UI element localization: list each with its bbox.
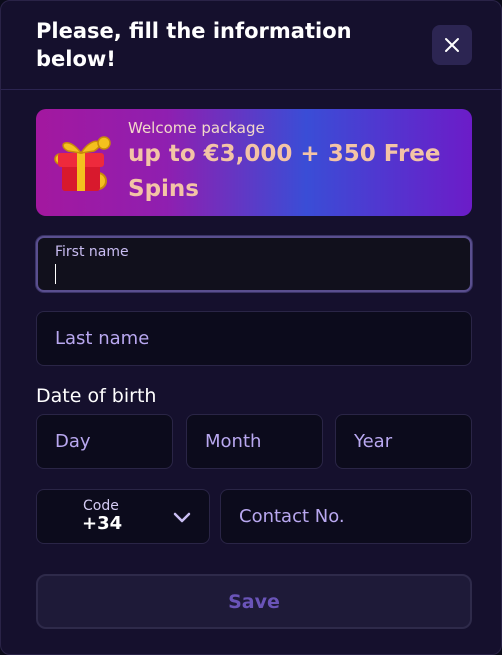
year-field[interactable]: Year <box>335 414 472 469</box>
banner-label: Welcome package <box>128 119 265 137</box>
year-placeholder: Year <box>354 431 393 452</box>
signup-modal: Please, fill the information below! Welc… <box>0 0 502 655</box>
modal-header: Please, fill the information below! <box>1 1 501 90</box>
close-icon <box>445 38 459 52</box>
modal-title: Please, fill the information below! <box>36 19 352 71</box>
text-caret <box>55 264 56 284</box>
day-field[interactable]: Day <box>36 414 173 469</box>
close-button[interactable] <box>432 25 472 65</box>
contact-number-field[interactable]: Contact No. <box>220 489 472 544</box>
gift-box-icon <box>54 136 111 191</box>
banner-offer: up to €3,000 + 350 Free Spins <box>128 141 441 202</box>
contact-number-placeholder: Contact No. <box>239 506 345 527</box>
first-name-label: First name <box>55 244 129 260</box>
date-of-birth-label: Date of birth <box>36 385 157 407</box>
month-placeholder: Month <box>205 431 262 452</box>
month-field[interactable]: Month <box>186 414 323 469</box>
last-name-placeholder: Last name <box>55 328 150 349</box>
save-button[interactable]: Save <box>36 574 472 629</box>
chevron-down-icon <box>173 512 191 523</box>
first-name-field[interactable]: First name <box>36 236 472 292</box>
day-placeholder: Day <box>55 431 91 452</box>
country-code-select[interactable]: Code +34 <box>36 489 210 544</box>
last-name-field[interactable]: Last name <box>36 311 472 366</box>
welcome-banner: Welcome package up to €3,000 + 350 Free … <box>36 109 472 216</box>
code-value: +34 <box>82 513 123 534</box>
code-label: Code <box>83 498 119 514</box>
